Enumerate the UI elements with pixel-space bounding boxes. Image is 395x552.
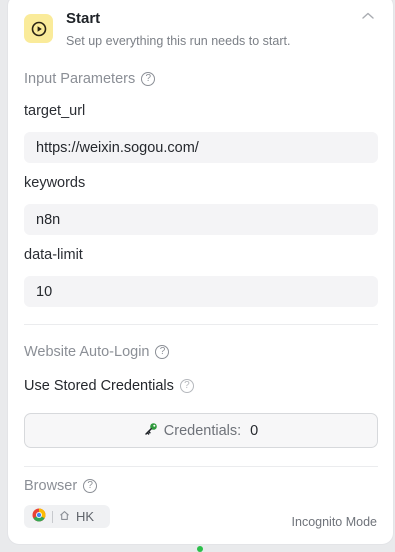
help-icon[interactable]: ? — [179, 379, 194, 393]
browser-mode: Incognito Mode — [291, 515, 377, 529]
target-url-input[interactable] — [24, 132, 378, 163]
divider — [24, 324, 378, 325]
credentials-count: 0 — [250, 422, 259, 439]
data-limit-input[interactable] — [24, 276, 378, 307]
input-parameters-label: Input Parameters — [24, 71, 136, 87]
play-circle-icon — [24, 14, 53, 43]
field-label-keywords: keywords — [24, 175, 86, 191]
home-icon — [59, 509, 70, 524]
keywords-input[interactable] — [24, 204, 378, 235]
node-subtitle: Set up everything this run needs to star… — [66, 34, 291, 48]
auto-login-label: Website Auto-Login — [24, 344, 150, 360]
field-label-data-limit: data-limit — [24, 247, 83, 263]
node-title: Start — [66, 10, 101, 27]
chip-separator — [52, 510, 53, 523]
browser-region: HK — [76, 509, 95, 524]
divider — [24, 466, 378, 467]
chrome-icon — [32, 508, 46, 525]
credentials-button[interactable]: Credentials: 0 — [24, 413, 378, 448]
field-label-target-url: target_url — [24, 103, 86, 119]
stored-credentials-row: Use Stored Credentials ? — [24, 378, 194, 394]
stored-credentials-label: Use Stored Credentials — [24, 378, 174, 394]
browser-heading: Browser ? — [24, 478, 98, 494]
help-icon[interactable]: ? — [141, 72, 156, 86]
start-node-card: Start Set up everything this run needs t… — [7, 0, 394, 545]
auto-login-heading: Website Auto-Login ? — [24, 344, 170, 360]
input-parameters-heading: Input Parameters ? — [24, 71, 156, 87]
chevron-up-icon[interactable] — [360, 9, 376, 21]
output-connector[interactable] — [197, 546, 203, 552]
help-icon[interactable]: ? — [155, 345, 170, 359]
browser-label: Browser — [24, 478, 78, 494]
browser-chip[interactable]: HK — [24, 505, 110, 528]
help-icon[interactable]: ? — [83, 479, 98, 493]
key-icon — [144, 422, 158, 440]
credentials-label: Credentials: — [163, 422, 242, 439]
